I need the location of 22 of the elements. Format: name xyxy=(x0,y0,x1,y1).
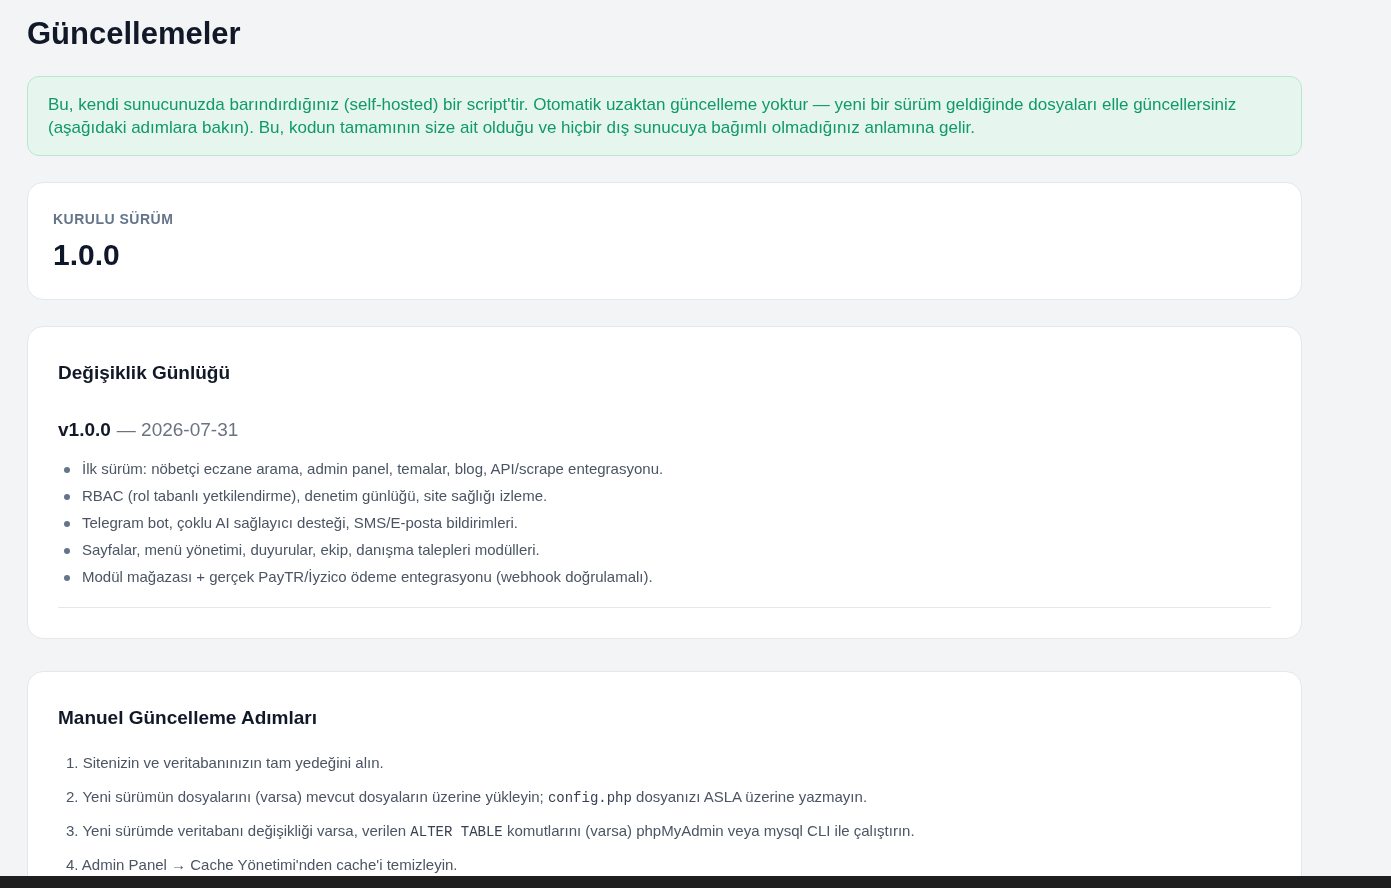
step-text: 4. Admin Panel → Cache Yönetimi'nden cache'i temizleyin. xyxy=(66,855,458,876)
bullet-icon xyxy=(64,466,70,473)
card-title: Değişiklik Günlüğü xyxy=(58,361,231,385)
page-title: Güncellemeler xyxy=(27,15,241,53)
card-title: Manuel Güncelleme Adımları xyxy=(58,706,318,730)
release-date: — 2026-07-31 xyxy=(116,417,239,442)
notice-text: Bu, kendi sunucunuzda barındırdığınız (self-hosted) bir script'tir. Otomatik uzaktan güncelleme yoktur — yeni bir sürüm geldiğinde dosyaları elle güncellersiniz (aşağıdaki adımlara bakın). Bu, kodun tamamının size ait olduğu ve hiçbir dış sunucuya bağımlı olmadığınız anlamına gelir. xyxy=(48,94,1238,139)
changelog-item: İlk sürüm: nöbetçi eczane arama, admin panel, temalar, blog, API/scrape entegrasyonu. xyxy=(82,459,664,480)
changelog-item: Telegram bot, çoklu AI sağlayıcı desteği, SMS/E-posta bildirimleri. xyxy=(82,513,519,534)
changelog-item: RBAC (rol tabanlı yetkilendirme), denetim günlüğü, site sağlığı izleme. xyxy=(82,486,548,507)
step-text: 2. Yeni sürümün dosyalarını (varsa) mevcut dosyaların üzerine yükleyin; config.php dosyanızı ASLA üzerine yazmayın. xyxy=(66,787,868,808)
step-text: 1. Sitenizin ve veritabanınızın tam yedeğini alın. xyxy=(66,753,384,774)
release-version: v1.0.0 xyxy=(58,417,111,442)
bullet-icon xyxy=(64,574,70,581)
bullet-icon xyxy=(64,520,70,527)
step-text: 3. Yeni sürümde veritabanı değişikliği varsa, verilen ALTER TABLE komutlarını (varsa) phpMyAdmin veya mysql CLI ile çalıştırın. xyxy=(66,821,915,842)
changelog-item: Modül mağazası + gerçek PayTR/İyzico ödeme entegrasyonu (webhook doğrulamalı). xyxy=(82,567,653,588)
bullet-icon xyxy=(64,493,70,500)
changelog-item: Sayfalar, menü yönetimi, duyurular, ekip, danışma talepleri modülleri. xyxy=(82,540,540,561)
version-label: KURULU SÜRÜM xyxy=(53,210,174,229)
bullet-icon xyxy=(64,547,70,554)
version-number: 1.0.0 xyxy=(53,237,120,273)
